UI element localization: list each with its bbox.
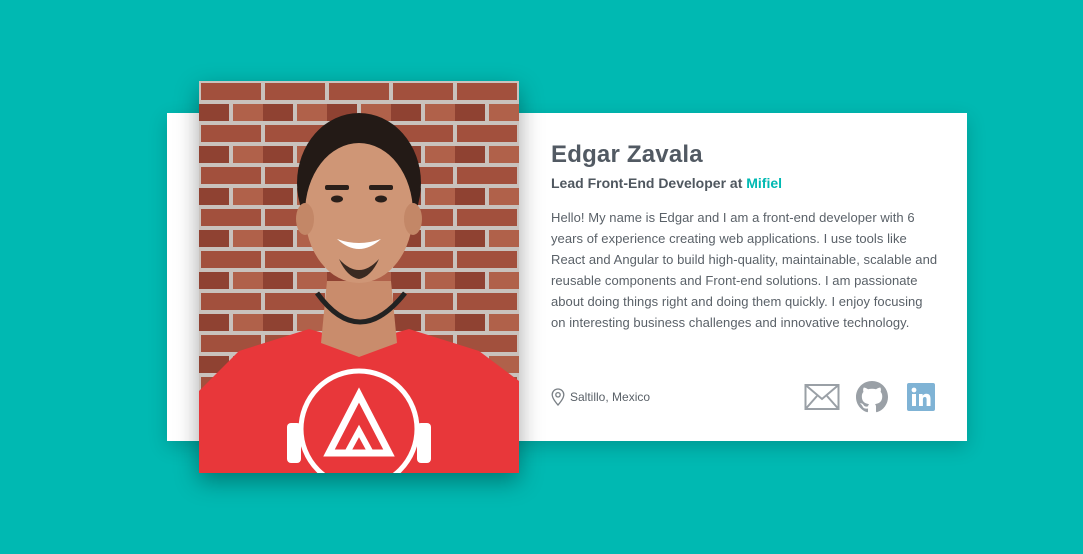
company-link[interactable]: Mifiel (746, 175, 782, 191)
profile-bio: Hello! My name is Edgar and I am a front… (551, 210, 938, 330)
profile-photo (199, 81, 519, 473)
location-pin-icon (551, 388, 565, 406)
role-title: Lead Front-End Developer at (551, 175, 747, 191)
profile-name: Edgar Zavala (551, 141, 703, 168)
social-links (804, 381, 935, 413)
location: Saltillo, Mexico (551, 388, 650, 406)
profile-info: Edgar Zavala Lead Front-End Developer at… (551, 140, 939, 333)
linkedin-icon[interactable] (907, 383, 935, 411)
location-text: Saltillo, Mexico (570, 390, 651, 404)
github-icon[interactable] (856, 381, 888, 413)
profile-role: Lead Front-End Developer at Mifiel (551, 173, 939, 193)
mail-icon[interactable] (804, 382, 840, 412)
